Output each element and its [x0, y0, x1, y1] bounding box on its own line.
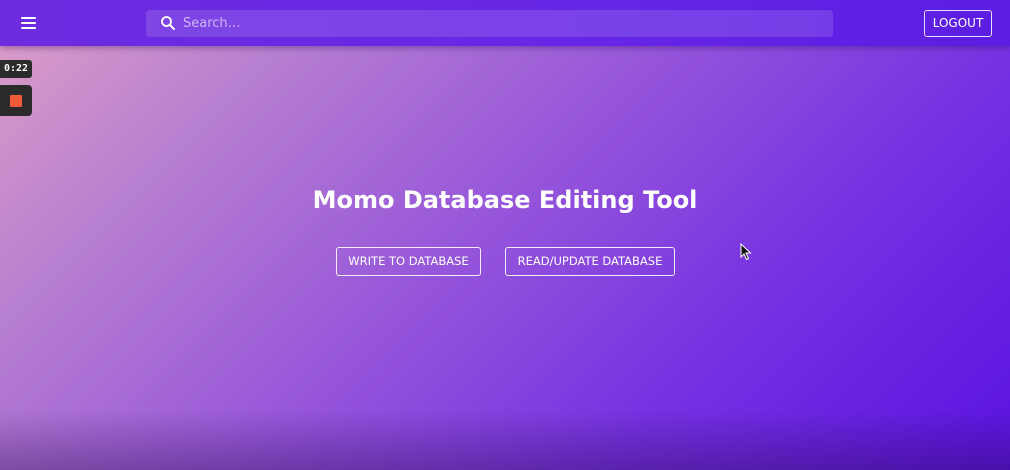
write-to-database-button[interactable]: WRITE TO DATABASE: [336, 247, 481, 276]
page-title: Momo Database Editing Tool: [312, 186, 698, 214]
recording-timer: 0:22: [0, 60, 32, 78]
mouse-cursor-icon: [740, 243, 752, 261]
search-icon: [161, 16, 175, 30]
read-update-database-button[interactable]: READ/UPDATE DATABASE: [505, 247, 675, 276]
stop-recording-button[interactable]: [0, 85, 32, 116]
page: LOGOUT 0:22 Momo Database Editing Tool W…: [0, 0, 1010, 470]
stop-icon: [10, 95, 22, 107]
search-bar: [146, 10, 833, 37]
app-bar: LOGOUT: [0, 0, 1010, 46]
logout-button[interactable]: LOGOUT: [924, 10, 992, 37]
search-input[interactable]: [183, 10, 813, 37]
hamburger-menu-icon[interactable]: [14, 9, 42, 37]
